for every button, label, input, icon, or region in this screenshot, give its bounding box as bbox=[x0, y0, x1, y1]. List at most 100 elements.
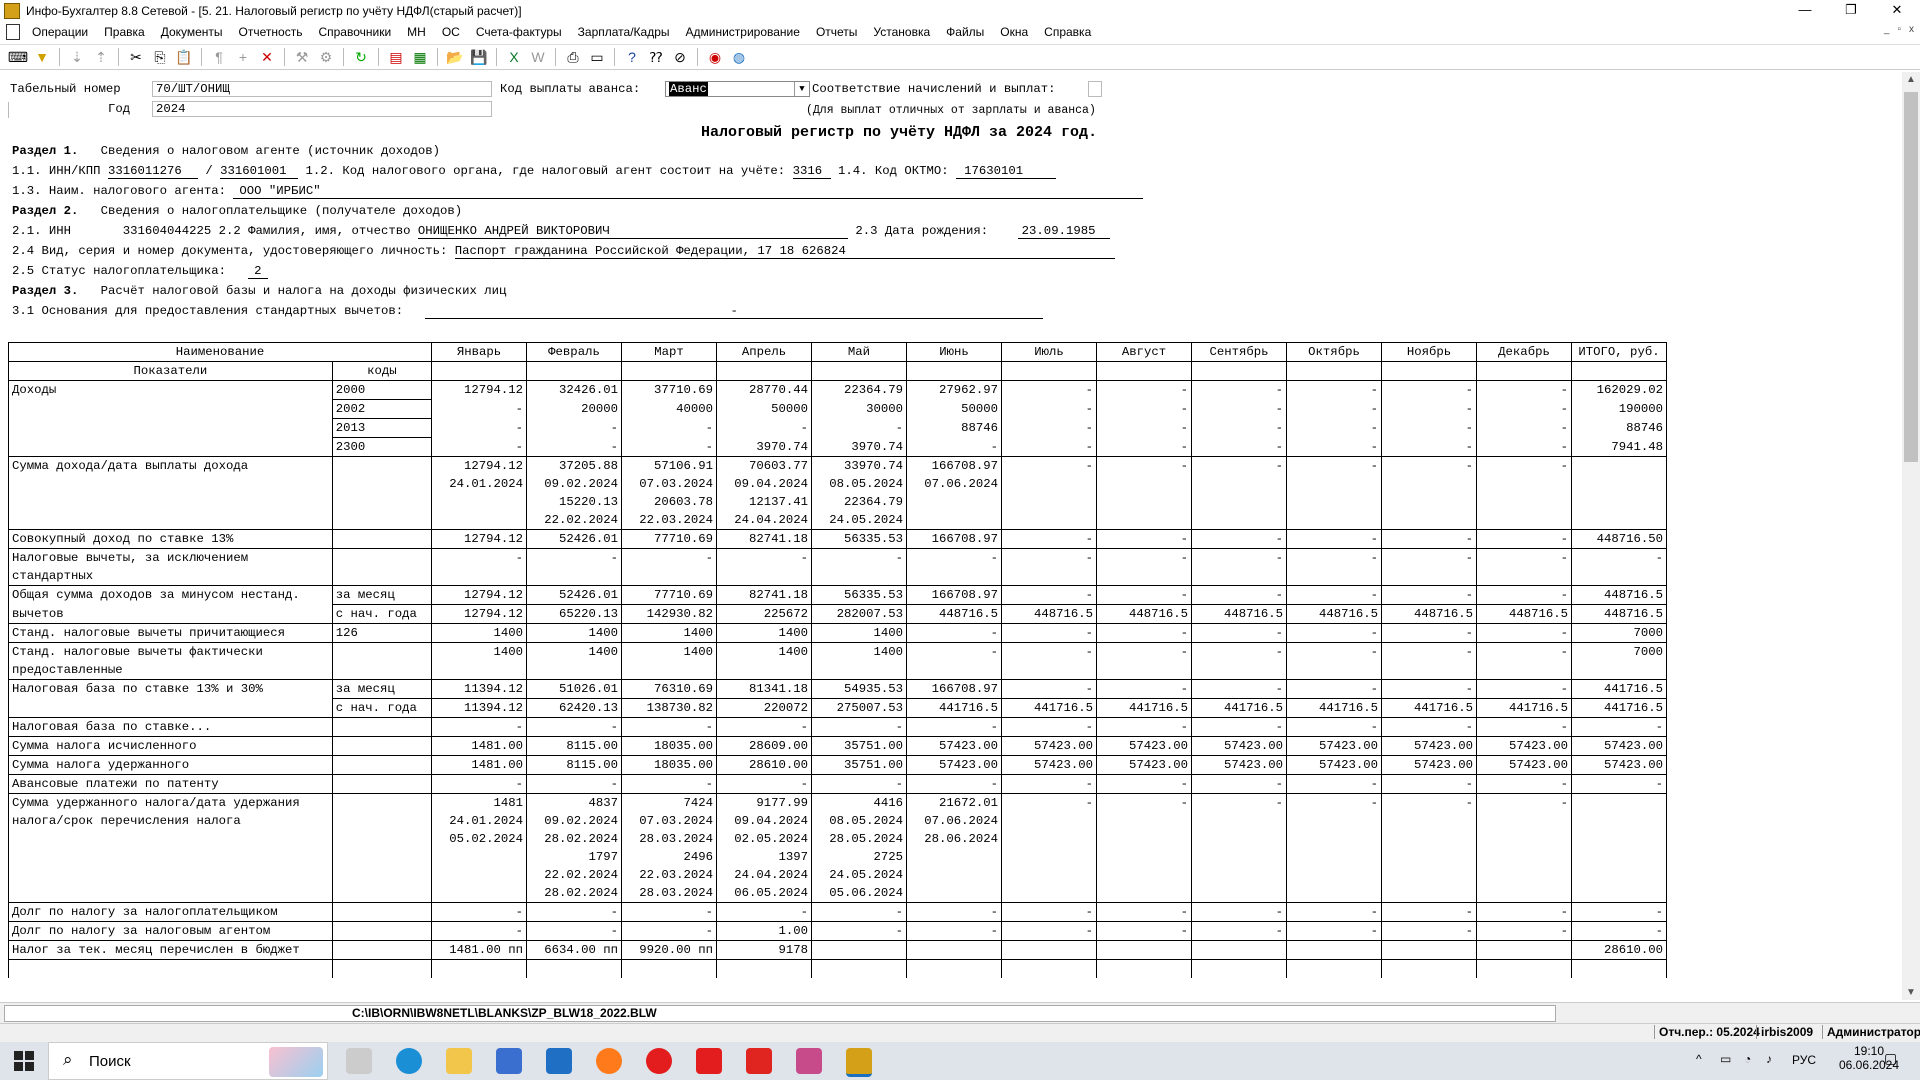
close-button[interactable]: ✕ bbox=[1874, 0, 1920, 22]
mdi-minimize-icon[interactable]: _ bbox=[1884, 24, 1890, 35]
store-icon[interactable] bbox=[496, 1048, 522, 1074]
oktmo-label: 1.4. Код ОКТМО: bbox=[837, 164, 949, 178]
row-cell: - bbox=[1191, 921, 1287, 941]
tray-chevron-icon[interactable]: ^ bbox=[1696, 1052, 1702, 1066]
taskbar-search[interactable]: ⌕ Поиск bbox=[48, 1042, 328, 1080]
app-icon-2[interactable] bbox=[796, 1048, 822, 1074]
context-help-icon[interactable]: ⁇ bbox=[646, 47, 666, 67]
row-cell: 27962.97 bbox=[906, 380, 1002, 400]
task-view-icon[interactable] bbox=[346, 1048, 372, 1074]
calculator-icon[interactable]: ▦ bbox=[410, 47, 430, 67]
dropdown-arrow-icon[interactable]: ▼ bbox=[794, 82, 809, 96]
menu-invoices[interactable]: Счета-фактуры bbox=[468, 22, 570, 42]
tool-b-icon[interactable]: ⚙ bbox=[316, 47, 336, 67]
menu-reporting[interactable]: Отчетность bbox=[231, 22, 311, 42]
row-cell: 62420.13 bbox=[526, 698, 622, 718]
menu-windows[interactable]: Окна bbox=[992, 22, 1036, 42]
match-checkbox[interactable] bbox=[1088, 81, 1102, 97]
row-cell: - bbox=[1476, 793, 1572, 812]
row-cell: 1481.00 пп bbox=[431, 940, 527, 960]
anydesk-icon[interactable] bbox=[746, 1048, 772, 1074]
mail-icon[interactable] bbox=[546, 1048, 572, 1074]
add-icon[interactable]: + bbox=[233, 47, 253, 67]
mdi-restore-icon[interactable]: ▫ bbox=[1897, 24, 1901, 35]
delete-icon[interactable]: ✕ bbox=[257, 47, 277, 67]
menu-mn[interactable]: МН bbox=[399, 22, 434, 42]
tray-wifi-icon[interactable]: ◔ bbox=[1744, 1052, 1751, 1066]
sort-asc-icon[interactable]: ⇣ bbox=[67, 47, 87, 67]
infobuh-task-icon[interactable] bbox=[846, 1048, 872, 1077]
excel-icon[interactable]: X bbox=[504, 47, 524, 67]
vertical-scrollbar[interactable]: ▲ ▼ bbox=[1902, 72, 1920, 1000]
support-icon[interactable]: ◉ bbox=[705, 47, 725, 67]
menu-help[interactable]: Справка bbox=[1036, 22, 1099, 42]
menu-files[interactable]: Файлы bbox=[938, 22, 992, 42]
advance-code-select[interactable]: Аванс ▼ bbox=[665, 81, 810, 97]
minimize-button[interactable]: — bbox=[1782, 0, 1828, 22]
format-icon[interactable]: ¶ bbox=[209, 47, 229, 67]
windows-start-icon[interactable] bbox=[14, 1051, 34, 1071]
help-icon[interactable]: ? bbox=[622, 47, 642, 67]
cut-icon[interactable]: ✂ bbox=[126, 47, 146, 67]
scroll-up-icon[interactable]: ▲ bbox=[1902, 74, 1920, 85]
row-code: 2002 bbox=[331, 399, 433, 419]
paste-icon[interactable]: 📋 bbox=[174, 47, 194, 67]
edge-icon[interactable] bbox=[396, 1048, 422, 1074]
row-cell bbox=[1286, 830, 1382, 848]
web-icon[interactable]: ◍ bbox=[729, 47, 749, 67]
open-folder-icon[interactable]: 📂 bbox=[445, 47, 465, 67]
compass-icon[interactable]: ⊘ bbox=[670, 47, 690, 67]
print-icon[interactable]: ⎙ bbox=[563, 47, 583, 67]
refresh-icon[interactable]: ↻ bbox=[351, 47, 371, 67]
keyboard-icon[interactable]: ⌨ bbox=[8, 47, 28, 67]
filter-icon[interactable]: ▼ bbox=[32, 47, 52, 67]
yandex-icon[interactable] bbox=[696, 1048, 722, 1074]
copy-icon[interactable]: ⎘ bbox=[150, 47, 170, 67]
row-cell bbox=[1476, 493, 1572, 511]
row-code bbox=[331, 830, 433, 848]
menu-os[interactable]: ОС bbox=[434, 22, 468, 42]
table-row: Общая сумма доходов за минусом нестанд. з… bbox=[8, 585, 1667, 605]
sort-desc-icon[interactable]: ⇡ bbox=[91, 47, 111, 67]
export-icon[interactable]: W bbox=[528, 47, 548, 67]
row-cell bbox=[1476, 940, 1572, 960]
tray-volume-icon[interactable]: ♪ bbox=[1766, 1052, 1772, 1066]
header-name: Наименование bbox=[8, 342, 432, 362]
firefox-icon[interactable] bbox=[596, 1048, 622, 1074]
menu-admin[interactable]: Администрирование bbox=[678, 22, 808, 42]
row-cell: - bbox=[1001, 774, 1097, 794]
row-cell: 448716.5 bbox=[1286, 604, 1382, 624]
row-cell: 30000 bbox=[811, 399, 907, 419]
section3-text: Расчёт налоговой базы и налога на доходы… bbox=[100, 284, 507, 298]
restore-button[interactable]: ❐ bbox=[1828, 0, 1874, 22]
yandex-browser-icon[interactable] bbox=[646, 1048, 672, 1074]
scroll-thumb[interactable] bbox=[1904, 92, 1918, 462]
year-input[interactable]: 2024 bbox=[152, 101, 492, 117]
tab-number-input[interactable]: 70/ШТ/ОНИЩ bbox=[152, 81, 492, 97]
row-cell: - bbox=[906, 921, 1002, 941]
scroll-down-icon[interactable]: ▼ bbox=[1902, 987, 1920, 998]
menu-operations[interactable]: Операции bbox=[24, 22, 96, 42]
preview-icon[interactable]: ▭ bbox=[587, 47, 607, 67]
notification-icon[interactable]: ▢ bbox=[1884, 1050, 1897, 1067]
menu-payroll[interactable]: Зарплата/Кадры bbox=[570, 22, 678, 42]
row-cell: 8115.00 bbox=[526, 736, 622, 756]
explorer-icon[interactable] bbox=[446, 1048, 472, 1074]
row-cell: 1797 bbox=[526, 848, 622, 866]
row-cell: 1400 bbox=[811, 623, 907, 643]
menu-edit[interactable]: Правка bbox=[96, 22, 153, 42]
save-icon[interactable]: 💾 bbox=[469, 47, 489, 67]
menu-documents[interactable]: Документы bbox=[153, 22, 231, 42]
row-cell: 57423.00 bbox=[1286, 755, 1382, 775]
row-cell: - bbox=[1001, 548, 1097, 567]
tray-language[interactable]: РУС bbox=[1792, 1053, 1816, 1067]
tool-a-icon[interactable]: ⚒ bbox=[292, 47, 312, 67]
row-cell: 1400 bbox=[431, 642, 527, 661]
mdi-close-icon[interactable]: x bbox=[1909, 24, 1914, 35]
pdf-icon[interactable]: ▤ bbox=[386, 47, 406, 67]
menu-setup[interactable]: Установка bbox=[865, 22, 938, 42]
menu-directories[interactable]: Справочники bbox=[310, 22, 399, 42]
tray-network-icon[interactable]: ▭ bbox=[1720, 1052, 1731, 1066]
menu-reports[interactable]: Отчеты bbox=[808, 22, 865, 42]
document-icon[interactable] bbox=[6, 24, 20, 40]
